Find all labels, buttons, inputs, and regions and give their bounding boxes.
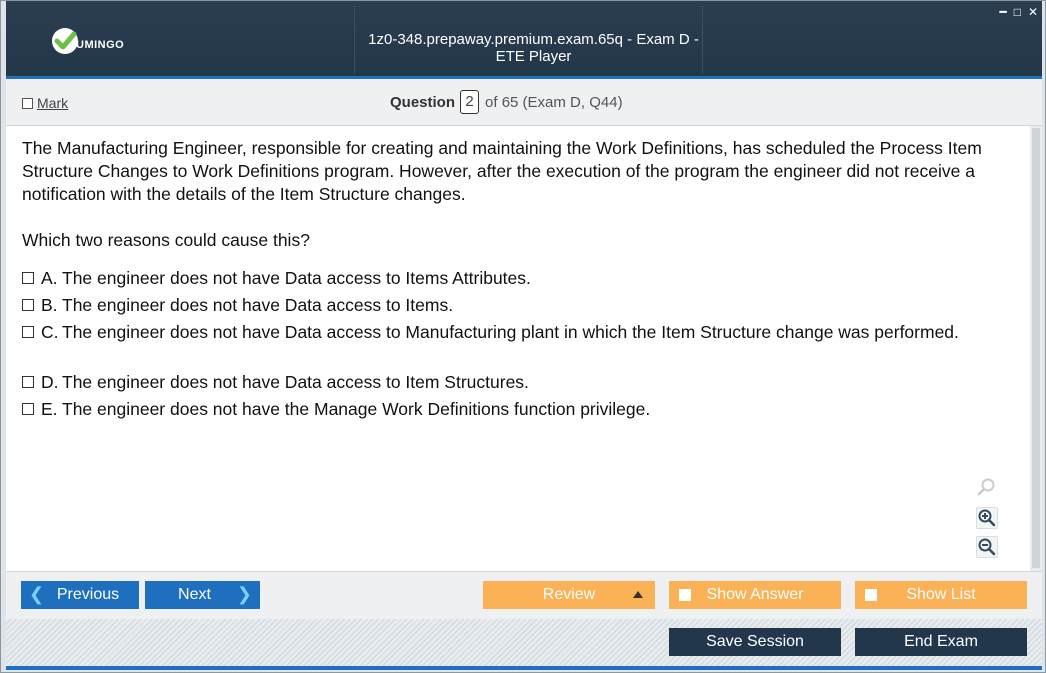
- chevron-left-icon: ❮: [29, 584, 45, 604]
- title-divider: [702, 6, 703, 74]
- option-c[interactable]: C. The engineer does not have Data acces…: [22, 321, 982, 344]
- footer-bar: Save Session End Exam: [6, 619, 1042, 666]
- option-checkbox[interactable]: [22, 326, 34, 338]
- show-answer-button[interactable]: Show Answer: [669, 581, 841, 609]
- question-prompt: Which two reasons could cause this?: [22, 230, 310, 250]
- option-text: The engineer does not have the Manage Wo…: [62, 399, 651, 419]
- question-counter: Question 2 of 65 (Exam D, Q44): [390, 90, 623, 114]
- previous-label: Previous: [56, 586, 120, 603]
- save-session-label: Save Session: [706, 633, 804, 650]
- footer-accent-line: [6, 666, 1042, 670]
- option-letter: B.: [41, 295, 58, 315]
- option-checkbox[interactable]: [22, 403, 34, 415]
- end-exam-label: End Exam: [904, 633, 978, 650]
- question-text: The Manufacturing Engineer, responsible …: [22, 138, 982, 204]
- show-list-checkbox[interactable]: [865, 589, 877, 601]
- checkmark-logo-icon: [52, 28, 78, 54]
- minimize-icon[interactable]: ━: [999, 5, 1006, 19]
- chevron-right-icon: ❯: [236, 584, 252, 604]
- question-label: Question: [390, 93, 456, 111]
- question-header: Mark Question 2 of 65 (Exam D, Q44): [6, 79, 1042, 126]
- option-text: The engineer does not have Data access t…: [62, 322, 959, 342]
- option-checkbox[interactable]: [22, 376, 34, 388]
- option-a[interactable]: A. The engineer does not have Data acces…: [22, 267, 982, 290]
- option-letter: C.: [41, 322, 59, 342]
- option-checkbox[interactable]: [22, 299, 34, 311]
- show-answer-checkbox[interactable]: [679, 589, 691, 601]
- review-label: Review: [542, 586, 596, 603]
- scrollbar-thumb[interactable]: [1032, 128, 1040, 568]
- show-list-label: Show List: [906, 586, 976, 603]
- zoom-out-icon[interactable]: [976, 536, 998, 558]
- option-text: The engineer does not have Data access t…: [62, 295, 454, 315]
- title-bar: UMINGO 1z0-348.prepaway.premium.exam.65q…: [6, 1, 1042, 76]
- vertical-scrollbar[interactable]: [1030, 126, 1042, 571]
- brand-name: UMINGO: [76, 39, 125, 51]
- previous-button[interactable]: ❮ Previous: [21, 581, 139, 609]
- app-logo: UMINGO: [52, 27, 124, 55]
- question-number-input[interactable]: 2: [460, 90, 480, 114]
- zoom-in-icon[interactable]: [976, 507, 998, 529]
- show-list-button[interactable]: Show List: [855, 581, 1027, 609]
- option-d[interactable]: D. The engineer does not have Data acces…: [22, 371, 982, 394]
- question-content: The Manufacturing Engineer, responsible …: [6, 126, 1030, 571]
- option-checkbox[interactable]: [22, 272, 34, 284]
- next-button[interactable]: Next ❯: [145, 581, 260, 609]
- mark-checkbox[interactable]: Mark: [22, 95, 68, 111]
- exam-player-window: UMINGO 1z0-348.prepaway.premium.exam.65q…: [0, 0, 1046, 673]
- end-exam-button[interactable]: End Exam: [855, 628, 1027, 656]
- option-text: The engineer does not have Data access t…: [62, 268, 531, 288]
- close-icon[interactable]: ✕: [1028, 5, 1038, 19]
- navigation-bar: ❮ Previous Next ❯ Review Show Answer Sho…: [6, 571, 1042, 619]
- save-session-button[interactable]: Save Session: [669, 628, 841, 656]
- show-answer-label: Show Answer: [706, 586, 804, 603]
- option-letter: D.: [41, 372, 59, 392]
- option-text: The engineer does not have Data access t…: [62, 372, 529, 392]
- next-label: Next: [178, 586, 211, 603]
- question-total: of 65 (Exam D, Q44): [485, 93, 623, 111]
- option-letter: A.: [41, 268, 58, 288]
- mark-label: Mark: [37, 95, 69, 111]
- window-controls: ━ □ ✕: [999, 5, 1038, 19]
- window-title: 1z0-348.prepaway.premium.exam.65q - Exam…: [368, 31, 699, 65]
- review-button[interactable]: Review: [483, 581, 655, 609]
- maximize-icon[interactable]: □: [1014, 5, 1021, 19]
- mark-checkbox-box[interactable]: [22, 97, 33, 109]
- zoom-reset-icon[interactable]: [976, 476, 998, 498]
- option-e[interactable]: E. The engineer does not have the Manage…: [22, 398, 982, 421]
- title-divider: [354, 6, 355, 74]
- option-letter: E.: [41, 399, 58, 419]
- option-b[interactable]: B. The engineer does not have Data acces…: [22, 294, 982, 317]
- caret-up-icon: [633, 591, 643, 598]
